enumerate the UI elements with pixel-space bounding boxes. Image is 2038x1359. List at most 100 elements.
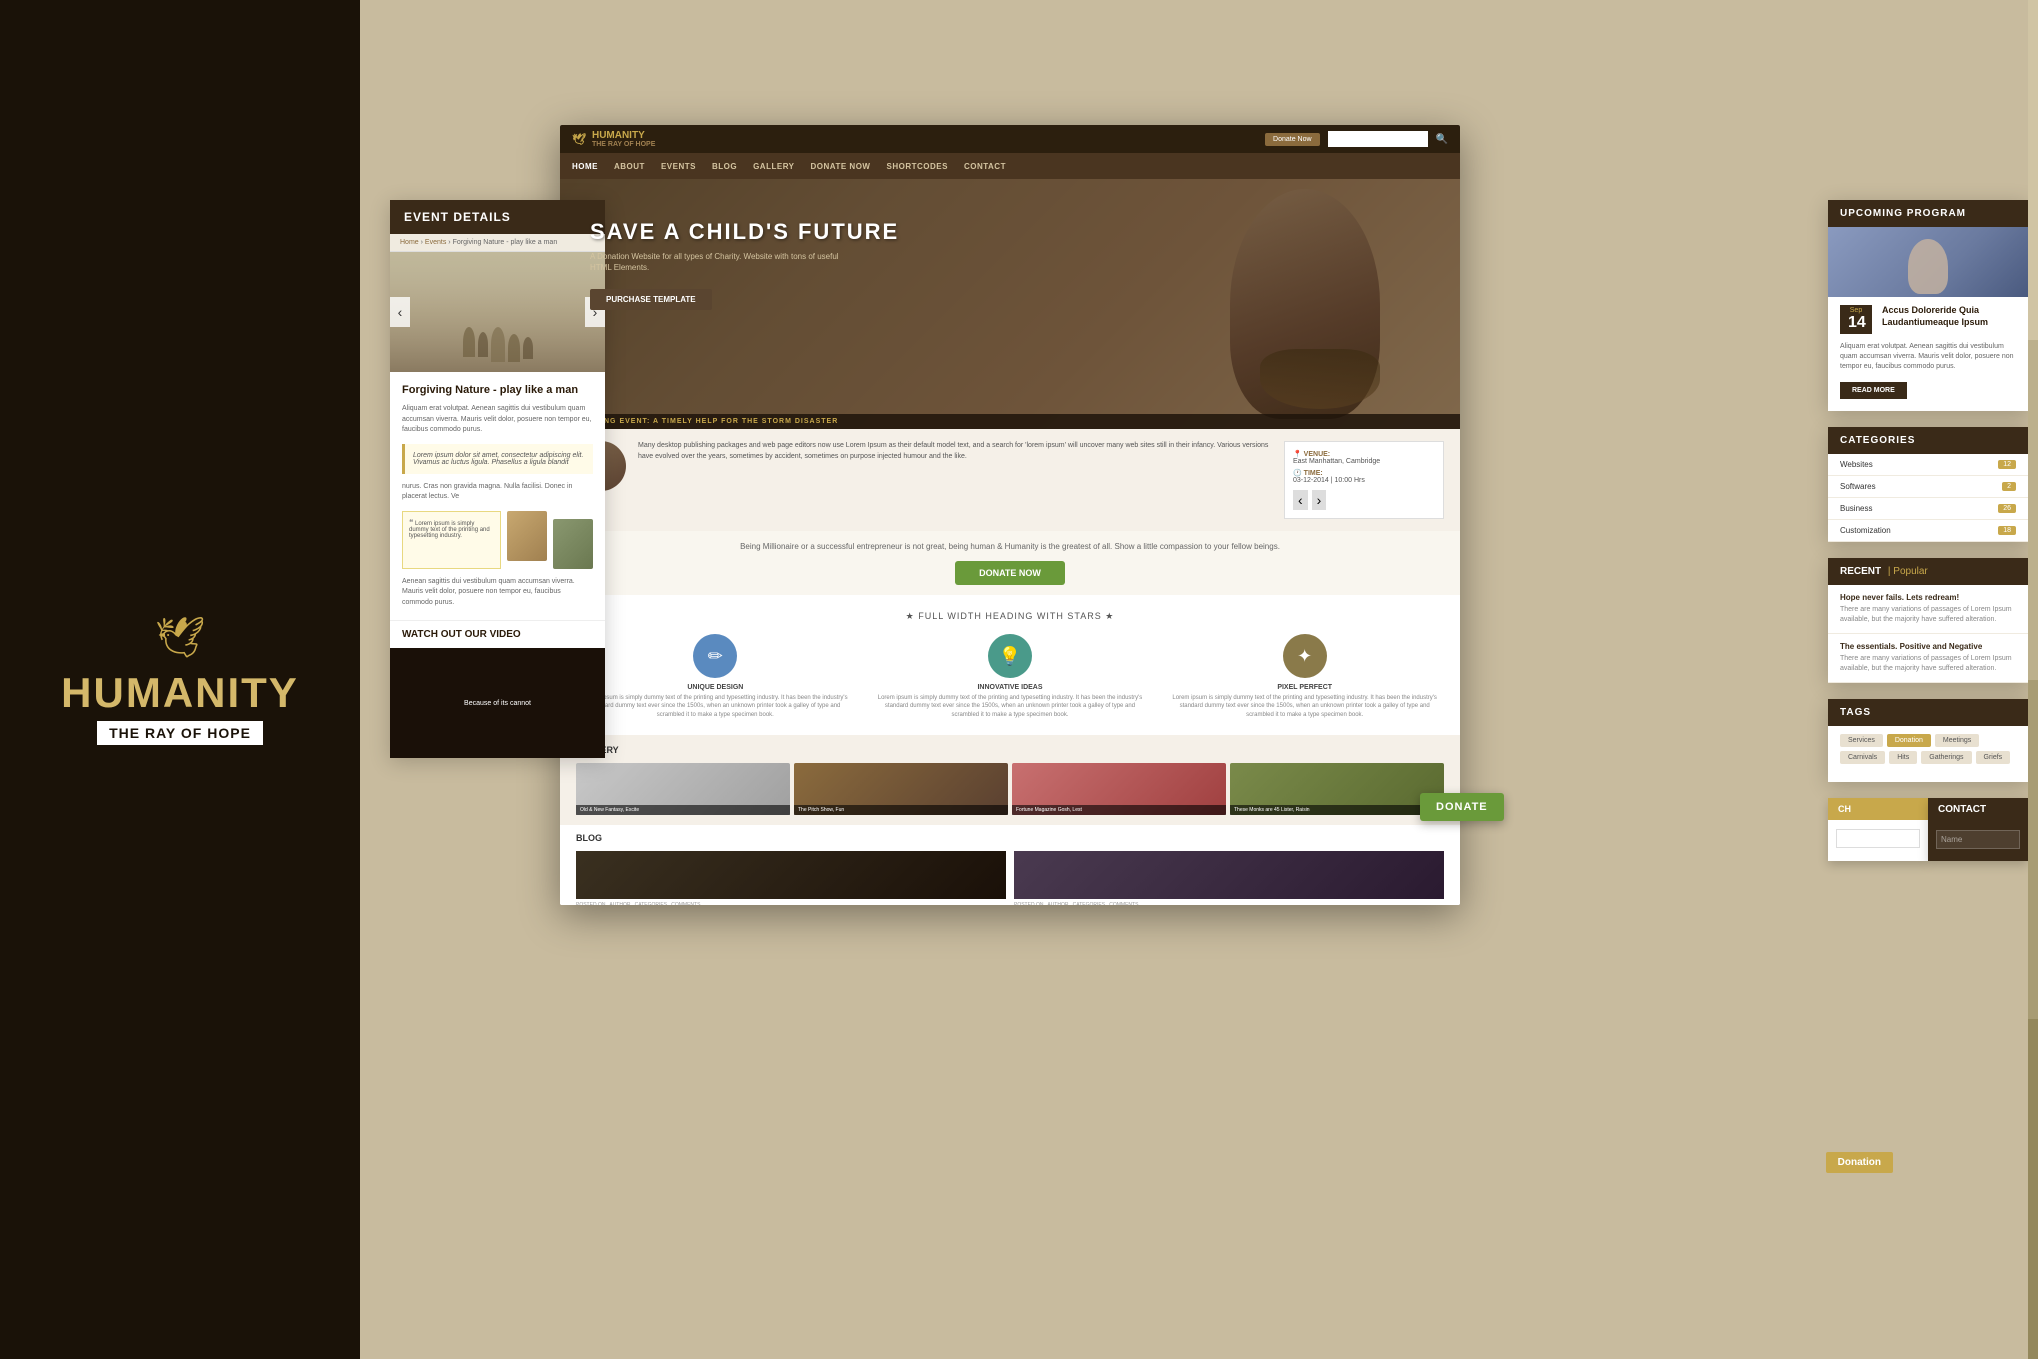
tag-meetings[interactable]: Meetings <box>1935 734 1979 747</box>
recent-header: RECENT | Popular <box>1828 558 2028 585</box>
video-thumbnail[interactable]: Because of its cannot <box>390 648 605 758</box>
recent-section: RECENT | Popular Hope never fails. Lets … <box>1828 558 2028 682</box>
gallery-item-3[interactable]: Fortune Magazine Gosh, Lest <box>1012 763 1226 815</box>
search-icon[interactable]: 🔍 <box>1436 134 1448 145</box>
features-section: ★ FULL WIDTH HEADING WITH STARS ★ ✏ UNIQ… <box>560 595 1460 735</box>
donate-now-button[interactable]: DONATE NOW <box>955 561 1065 585</box>
gallery-item-1[interactable]: Old & New Fantasy, Excite <box>576 763 790 815</box>
event-venue-box: 📍 VENUE: East Manhattan, Cambridge 🕐 TIM… <box>1284 441 1444 519</box>
recent-title-2[interactable]: The essentials. Positive and Negative <box>1840 642 2016 651</box>
gallery-caption-3: Fortune Magazine Gosh, Lest <box>1012 805 1226 815</box>
side-accent-bars <box>2028 0 2038 1359</box>
tag-griefs[interactable]: Griefs <box>1976 751 2011 764</box>
topbar-search-input[interactable] <box>1328 131 1428 147</box>
breadcrumb-home[interactable]: Home <box>400 239 419 246</box>
prev-arrow[interactable]: ‹ <box>1293 490 1308 510</box>
feature-desc-3: Lorem ipsum is simply dummy text of the … <box>1165 694 1444 719</box>
feature-title-1: UNIQUE DESIGN <box>576 684 855 691</box>
gallery-grid: Old & New Fantasy, Excite The Pitch Show… <box>576 763 1444 815</box>
tag-donation[interactable]: Donation <box>1887 734 1931 747</box>
contact-panel: CONTACT <box>1928 798 2028 861</box>
logo-bird-icon: 🕊 <box>155 614 206 661</box>
gallery-caption-2: The Pitch Show, Fun <box>794 805 1008 815</box>
upcoming-img <box>1828 227 2028 297</box>
tag-hits[interactable]: Hits <box>1889 751 1917 764</box>
gallery-item-2[interactable]: The Pitch Show, Fun <box>794 763 1008 815</box>
features-grid: ✏ UNIQUE DESIGN Lorem ipsum is simply du… <box>576 634 1444 719</box>
gallery-caption-4: These Monks are 45 Lister, Raisin <box>1230 805 1444 815</box>
website-preview: 🕊 HUMANITY THE RAY OF HOPE Donate Now 🔍 … <box>560 125 1460 905</box>
tag-services[interactable]: Services <box>1840 734 1883 747</box>
cat-count-customization: 18 <box>1998 526 2016 535</box>
topbar-donate-button[interactable]: Donate Now <box>1265 133 1320 146</box>
bottom-panels: CH CONTACT <box>1828 798 2028 861</box>
event-text: Many desktop publishing packages and web… <box>638 441 1272 462</box>
tag-gatherings[interactable]: Gatherings <box>1921 751 1971 764</box>
blog-title: BLOG <box>576 833 1444 843</box>
read-more-button[interactable]: READ MORE <box>1840 382 1907 399</box>
hero-section: SAVE A CHILD'S FUTURE A Donation Website… <box>560 179 1460 429</box>
panel-event-title: Forgiving Nature - play like a man <box>402 384 593 396</box>
upcoming-program-header: UPCOMING PROGRAM <box>1828 200 2028 227</box>
nav-home[interactable]: HOME <box>572 162 598 171</box>
blog-img-1 <box>576 851 1006 899</box>
gallery-caption-1: Old & New Fantasy, Excite <box>576 805 790 815</box>
recent-title-1[interactable]: Hope never fails. Lets redream! <box>1840 593 2016 602</box>
logo-tagline-box: THE RAY OF HOPE <box>97 721 263 745</box>
gallery-item-4[interactable]: These Monks are 45 Lister, Raisin <box>1230 763 1444 815</box>
logo-tagline: THE RAY OF HOPE <box>109 725 251 741</box>
next-arrow[interactable]: › <box>1312 490 1327 510</box>
site-topbar: 🕊 HUMANITY THE RAY OF HOPE Donate Now 🔍 <box>560 125 1460 153</box>
popular-tab[interactable]: | Popular <box>1888 566 1928 577</box>
nav-about[interactable]: ABOUT <box>614 162 645 171</box>
carousel-prev[interactable]: ‹ <box>390 297 410 327</box>
donation-tag[interactable]: Donation <box>1826 1152 1893 1173</box>
clock-icon: 🕐 <box>1293 470 1302 477</box>
feature-desc-1: Lorem ipsum is simply dummy text of the … <box>576 694 855 719</box>
site-logo-text: HUMANITY THE RAY OF HOPE <box>592 130 655 149</box>
upcoming-program-section: UPCOMING PROGRAM Sep 14 Accus Doloreride… <box>1828 200 2028 411</box>
categories-section: CATEGORIES Websites 12 Softwares 2 Busin… <box>1828 427 2028 542</box>
hero-subtitle: A Donation Website for all types of Char… <box>590 251 850 273</box>
purchase-template-button[interactable]: PURCHASE TEMPLATE <box>590 289 712 310</box>
feature-unique-design: ✏ UNIQUE DESIGN Lorem ipsum is simply du… <box>576 634 855 719</box>
person-thumbnail <box>507 511 547 561</box>
categories-header: CATEGORIES <box>1828 427 2028 454</box>
humanity-message: Being Millionaire or a successful entrep… <box>560 531 1460 595</box>
blog-meta-1: POSTED ON AUTHOR CATEGORIES COMMENTS <box>576 902 1006 905</box>
nav-shortcodes[interactable]: SHORTCODES <box>886 162 947 171</box>
search-panel: CH <box>1828 798 1928 861</box>
nav-blog[interactable]: BLOG <box>712 162 737 171</box>
hero-child-legs <box>1260 349 1380 409</box>
panel-lorem-block: ❝ Lorem ipsum is simply dummy text of th… <box>402 511 593 569</box>
nav-events[interactable]: EVENTS <box>661 162 696 171</box>
date-month: Sep <box>1848 307 1864 314</box>
watch-video-label: WATCH OUT OUR VIDEO <box>390 620 605 648</box>
feature-desc-2: Lorem ipsum is simply dummy text of the … <box>871 694 1150 719</box>
pixel-perfect-icon: ✦ <box>1283 634 1327 678</box>
side-bar-3 <box>2028 680 2038 1020</box>
side-bar-1 <box>2028 0 2038 340</box>
cat-websites[interactable]: Websites 12 <box>1828 454 2028 476</box>
recent-item-2: The essentials. Positive and Negative Th… <box>1828 634 2028 683</box>
site-logo: 🕊 HUMANITY THE RAY OF HOPE <box>572 130 655 149</box>
donate-floating-button[interactable]: DONATE <box>1420 793 1504 821</box>
side-bar-4 <box>2028 1019 2038 1359</box>
nav-donate[interactable]: DONATE NOW <box>811 162 871 171</box>
panel-body-text: Aliquam erat volutpat. Aenean sagittis d… <box>402 404 593 436</box>
breadcrumb-events[interactable]: Events <box>425 239 446 246</box>
contact-name-input[interactable] <box>1936 830 2020 849</box>
upcoming-event-title: Accus Doloreride Quia Laudantiumeaque Ip… <box>1882 305 2016 328</box>
logo-title: HUMANITY <box>61 669 299 717</box>
cat-customization[interactable]: Customization 18 <box>1828 520 2028 542</box>
blog-meta-2: POSTED ON AUTHOR CATEGORIES COMMENTS <box>1014 902 1444 905</box>
right-sidebar: UPCOMING PROGRAM Sep 14 Accus Doloreride… <box>1828 200 2028 861</box>
cat-business[interactable]: Business 26 <box>1828 498 2028 520</box>
nav-contact[interactable]: CONTACT <box>964 162 1006 171</box>
search-input[interactable] <box>1836 829 1920 848</box>
cat-softwares[interactable]: Softwares 2 <box>1828 476 2028 498</box>
people-silhouettes <box>463 327 533 362</box>
tag-carnivals[interactable]: Carnivals <box>1840 751 1885 764</box>
nav-gallery[interactable]: GALLERY <box>753 162 794 171</box>
hero-title: SAVE A CHILD'S FUTURE <box>590 219 1430 245</box>
